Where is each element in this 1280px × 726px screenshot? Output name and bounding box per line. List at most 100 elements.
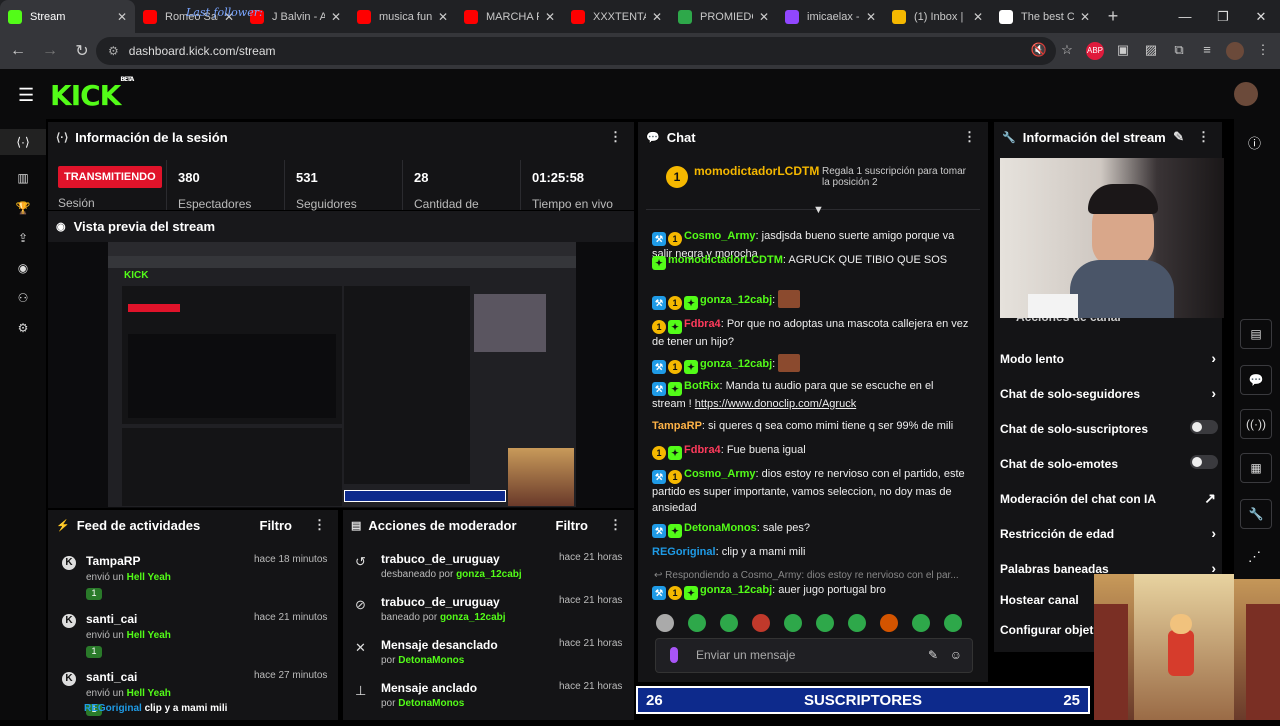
forward-icon[interactable]: → [36, 42, 64, 60]
chat-message[interactable]: 1 ✦ Fdbra4: Por que no adoptas una mascota… [652, 316, 970, 350]
chat-username[interactable]: momodictadorLCDTM [668, 254, 783, 266]
share-icon[interactable]: ⋰ [1248, 549, 1261, 565]
adblock-icon[interactable]: ABP [1086, 42, 1104, 60]
feed-item[interactable]: K TampaRP envió un Hell Yeah hace 18 minuto… [56, 552, 336, 610]
emote-2[interactable] [688, 614, 706, 632]
browser-tab[interactable]: The best Ch ✕ [991, 0, 1098, 33]
chat-username[interactable]: Cosmo_Army [684, 230, 756, 242]
emote-5[interactable] [784, 614, 802, 632]
community-nav-icon[interactable]: ◉ [0, 261, 46, 275]
media-icon[interactable]: ≡ [1198, 42, 1216, 60]
chat-username[interactable]: REGoriginal [652, 546, 716, 558]
emote-1[interactable] [656, 614, 674, 632]
chat-input[interactable]: Enviar un mensaje ✎ ☺ [655, 638, 973, 673]
emote-4[interactable] [752, 614, 770, 632]
stream-setting-row[interactable]: Chat de solo-suscriptores [1000, 420, 1222, 436]
chat-popout-icon[interactable]: 💬 [1240, 365, 1272, 395]
browser-tab[interactable]: XXXTENTAC ✕ [563, 0, 670, 33]
chat-message[interactable]: ⚒ 1 ✦ gonza_12cabj: [652, 354, 970, 374]
chat-message[interactable]: ⚒ 1 ✦ gonza_12cabj: [652, 290, 970, 310]
puzzle-icon[interactable]: ⧉ [1170, 42, 1188, 60]
mic-icon[interactable] [670, 647, 678, 663]
emote-10[interactable] [944, 614, 962, 632]
browser-tab[interactable]: musica fune ✕ [349, 0, 456, 33]
tab-close-icon[interactable]: ✕ [117, 10, 127, 24]
feed-item[interactable]: Ksanti_cai envió un Hell Yeah hace 27 minu… [56, 668, 336, 726]
upload-nav-icon[interactable]: ⇪ [0, 231, 46, 245]
chat-message[interactable]: ⚒ ✦ BotRix: Manda tu audio para que se esc… [652, 378, 970, 412]
bookmark-star-icon[interactable]: ☆ [1058, 42, 1076, 60]
browser-tab[interactable]: PROMIEDO ✕ [670, 0, 777, 33]
chat-message[interactable]: ✦ momodictadorLCDTM: AGRUCK QUE TIBIO QUE… [652, 252, 970, 270]
chat-username[interactable]: Cosmo_Army [684, 468, 756, 480]
chat-message[interactable]: REGoriginal: clip y a mami mili [652, 544, 970, 560]
tab-close-icon[interactable]: ✕ [973, 10, 983, 24]
broadcast-icon[interactable]: ((·)) [1240, 409, 1272, 439]
minimize-icon[interactable]: — [1166, 0, 1204, 33]
stream-nav-icon[interactable]: ⟨·⟩ [0, 129, 46, 155]
tools-icon[interactable]: 🔧 [1240, 499, 1272, 529]
extension-icon-2[interactable]: ▨ [1142, 42, 1160, 60]
mod-menu-icon[interactable]: ⋮ [609, 517, 622, 533]
notes-icon[interactable]: ▤ [1240, 319, 1272, 349]
emote-picker-icon[interactable]: ✎ [928, 639, 938, 672]
feed-menu-icon[interactable]: ⋮ [313, 517, 326, 533]
mod-action-item[interactable]: ⊥ Mensaje anclado por DetonaMonos hace 21 h… [349, 679, 629, 723]
chevron-right-icon[interactable]: › [1211, 385, 1216, 401]
tab-close-icon[interactable]: ✕ [866, 10, 876, 24]
close-window-icon[interactable]: ✕ [1242, 0, 1280, 33]
chat-username[interactable]: BotRix [684, 380, 719, 392]
mod-action-item[interactable]: ⊘ trabuco_de_uruguay baneado por gonza_12c… [349, 593, 629, 637]
browser-tab[interactable]: (1) Inbox | D ✕ [884, 0, 991, 33]
browser-tab[interactable]: MARCHA PE ✕ [456, 0, 563, 33]
tab-close-icon[interactable]: ✕ [438, 10, 448, 24]
chat-message[interactable]: 1 ✦ Fdbra4: Fue buena igual [652, 442, 970, 460]
users-nav-icon[interactable]: ⚇ [0, 291, 46, 305]
tab-close-icon[interactable]: ✕ [331, 10, 341, 24]
analytics-nav-icon[interactable]: ▥ [0, 171, 46, 185]
stream-setting-row[interactable]: Moderación del chat con IA ↗ [1000, 490, 1222, 506]
kick-logo[interactable]: KICKBETA [50, 76, 134, 112]
emote-7[interactable] [848, 614, 866, 632]
chevron-right-icon[interactable]: › [1211, 350, 1216, 366]
back-icon[interactable]: ← [4, 42, 32, 60]
new-tab-icon[interactable]: + [1098, 6, 1128, 27]
extension-icon[interactable]: ▣ [1114, 42, 1132, 60]
chat-message[interactable]: TampaRP: si queres q sea como mimi tiene… [652, 418, 970, 434]
stream-info-menu-icon[interactable]: ⋮ [1197, 129, 1210, 145]
reload-icon[interactable]: ↻ [68, 41, 96, 61]
stream-setting-row[interactable]: Modo lento › [1000, 350, 1222, 366]
profile-icon[interactable] [1226, 42, 1244, 60]
mute-icon[interactable]: 🔇 [1030, 42, 1048, 60]
layout-icon[interactable]: ▦ [1240, 453, 1272, 483]
mod-action-item[interactable]: ↺ trabuco_de_uruguay desbaneado por gonza_… [349, 550, 629, 594]
user-avatar[interactable] [1234, 82, 1258, 106]
mod-action-item[interactable]: ✕ Mensaje desanclado por DetonaMonos hace 2… [349, 636, 629, 680]
tab-close-icon[interactable]: ✕ [652, 10, 662, 24]
browser-tab[interactable]: Stream ✕ [0, 0, 135, 33]
tab-close-icon[interactable]: ✕ [1080, 10, 1090, 24]
chevron-right-icon[interactable]: › [1211, 525, 1216, 541]
chat-message[interactable]: ⚒ ✦ DetonaMonos: sale pes? [652, 520, 970, 538]
chat-username[interactable]: DetonaMonos [684, 522, 757, 534]
chat-message[interactable]: ⚒ 1 ✦ gonza_12cabj: auer jugo portugal bro [652, 582, 970, 600]
collapse-icon[interactable]: ▼ [813, 204, 824, 216]
chat-username[interactable]: TampaRP [652, 420, 702, 432]
url-field[interactable]: ⚙ dashboard.kick.com/stream [96, 37, 1056, 65]
menu-icon[interactable]: ⋮ [1254, 42, 1272, 60]
chat-menu-icon[interactable]: ⋮ [963, 129, 976, 145]
stream-preview[interactable]: KICK [48, 242, 634, 508]
tab-close-icon[interactable]: ✕ [759, 10, 769, 24]
edit-icon[interactable]: ✎ [1173, 129, 1184, 145]
stream-setting-row[interactable]: Chat de solo-emotes [1000, 455, 1222, 471]
browser-tab[interactable]: imicaelax - ✕ [777, 0, 884, 33]
chat-username[interactable]: gonza_12cabj [700, 584, 772, 596]
toggle-switch[interactable] [1190, 455, 1218, 469]
smiley-icon[interactable]: ☺ [950, 639, 962, 672]
toggle-switch[interactable] [1190, 420, 1218, 434]
maximize-icon[interactable]: ❐ [1204, 0, 1242, 33]
emote-9[interactable] [912, 614, 930, 632]
session-menu-icon[interactable]: ⋮ [609, 129, 622, 145]
emote-8[interactable] [880, 614, 898, 632]
chat-username[interactable]: gonza_12cabj [700, 294, 772, 306]
